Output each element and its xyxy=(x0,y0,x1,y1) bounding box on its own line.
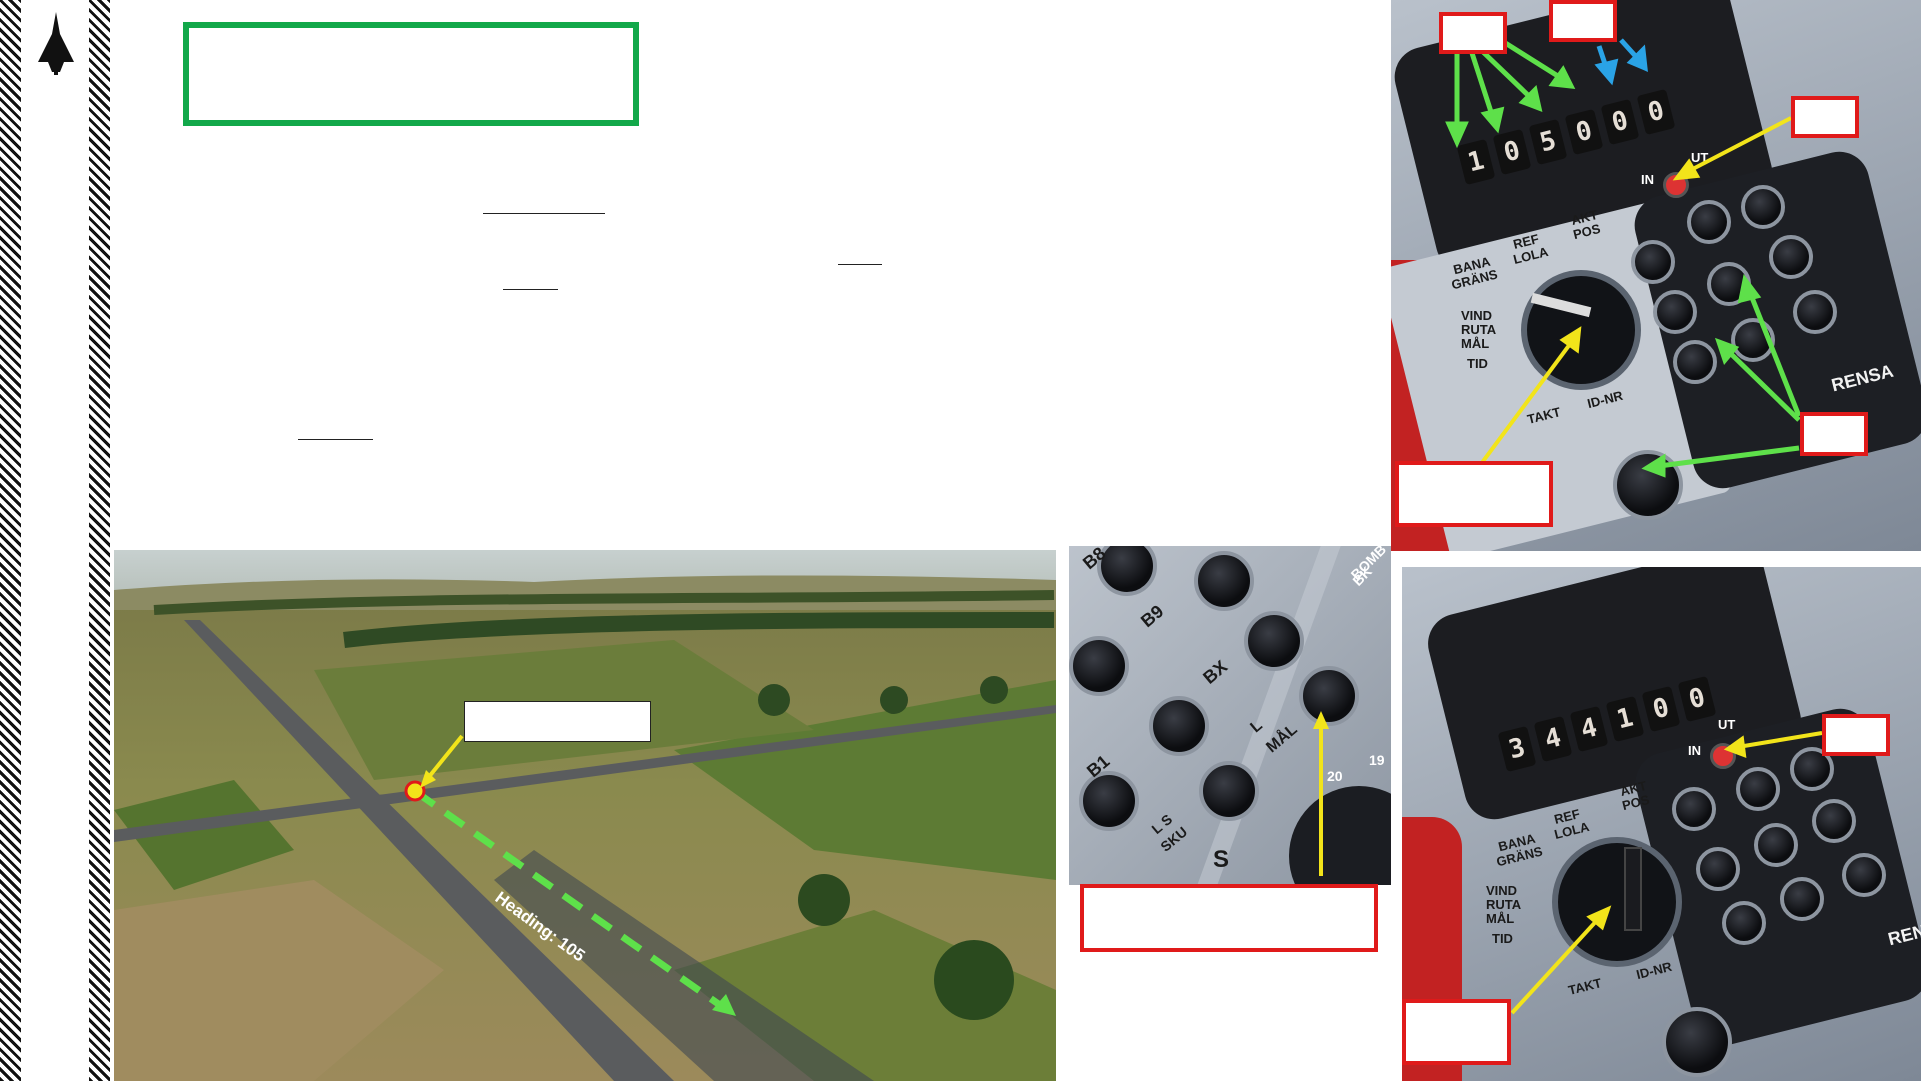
selector-callout xyxy=(1395,461,1553,527)
keypad-callout xyxy=(1800,412,1868,456)
label-ruta: RUTA xyxy=(1461,322,1497,337)
key-2[interactable] xyxy=(1731,318,1775,362)
digits-callout-left xyxy=(1439,12,1507,54)
key2-7[interactable] xyxy=(1672,787,1716,831)
label2-mal: MÅL xyxy=(1486,911,1515,926)
key-1[interactable] xyxy=(1673,340,1717,384)
button-bx[interactable] xyxy=(1244,611,1304,671)
key-6[interactable] xyxy=(1769,235,1813,279)
in-ut-callout-2 xyxy=(1822,714,1890,756)
blank-line-3 xyxy=(503,289,558,290)
key-5[interactable] xyxy=(1707,262,1751,306)
sidebar-stripe-right xyxy=(89,0,110,1081)
label-mal: MÅL xyxy=(1461,336,1490,351)
key2-1[interactable] xyxy=(1722,901,1766,945)
sidebar-stripe-left xyxy=(0,0,21,1081)
digits-callout-right xyxy=(1549,0,1617,42)
key2-3[interactable] xyxy=(1842,853,1886,897)
button-mal[interactable] xyxy=(1299,666,1359,726)
key-7[interactable] xyxy=(1631,240,1675,284)
blank-line-1 xyxy=(483,213,605,214)
label2-tid: TID xyxy=(1492,931,1513,946)
button-sku[interactable] xyxy=(1199,761,1259,821)
label-s: S xyxy=(1213,846,1230,873)
label-tid: TID xyxy=(1467,356,1488,371)
rensa-button-2[interactable] xyxy=(1662,1007,1732,1077)
in-ut-callout xyxy=(1791,96,1859,138)
jet-icon xyxy=(34,10,78,76)
label2-ruta: RUTA xyxy=(1486,897,1522,912)
blank-line-4 xyxy=(298,439,373,440)
label-in: IN xyxy=(1641,172,1654,187)
button-b1-upper[interactable] xyxy=(1149,696,1209,756)
label-vind: VIND xyxy=(1461,308,1493,323)
map-image: Heading: 105 xyxy=(114,550,1056,1081)
button-lower-left[interactable] xyxy=(1079,771,1139,831)
weapon-selector-panel: B8 B9 BX B1 L MÅL L S SKU BOMB BK 20 19 … xyxy=(1069,546,1391,885)
key2-5[interactable] xyxy=(1754,823,1798,867)
in-ut-switch[interactable] xyxy=(1663,172,1689,198)
label2-in: IN xyxy=(1688,743,1701,758)
in-ut-switch-2[interactable] xyxy=(1710,743,1736,769)
rensa-button[interactable] xyxy=(1613,450,1683,520)
weapon-panel-callout xyxy=(1080,884,1378,952)
map-callout xyxy=(464,701,651,742)
key2-6[interactable] xyxy=(1812,799,1856,843)
key2-4[interactable] xyxy=(1696,847,1740,891)
label2-ut: UT xyxy=(1718,717,1736,732)
key2-2[interactable] xyxy=(1780,877,1824,921)
key2-8[interactable] xyxy=(1736,767,1780,811)
key-8[interactable] xyxy=(1687,200,1731,244)
key-9[interactable] xyxy=(1741,185,1785,229)
title-box xyxy=(183,22,639,126)
selector-callout-2 xyxy=(1402,999,1511,1065)
blank-line-2 xyxy=(838,264,882,265)
key-3[interactable] xyxy=(1793,290,1837,334)
button-top-right[interactable] xyxy=(1194,551,1254,611)
label-ut: UT xyxy=(1691,150,1709,165)
key-4[interactable] xyxy=(1653,290,1697,334)
label-20: 20 xyxy=(1327,768,1343,784)
button-left[interactable] xyxy=(1069,636,1129,696)
label2-vind: VIND xyxy=(1486,883,1518,898)
label-19: 19 xyxy=(1369,752,1385,768)
